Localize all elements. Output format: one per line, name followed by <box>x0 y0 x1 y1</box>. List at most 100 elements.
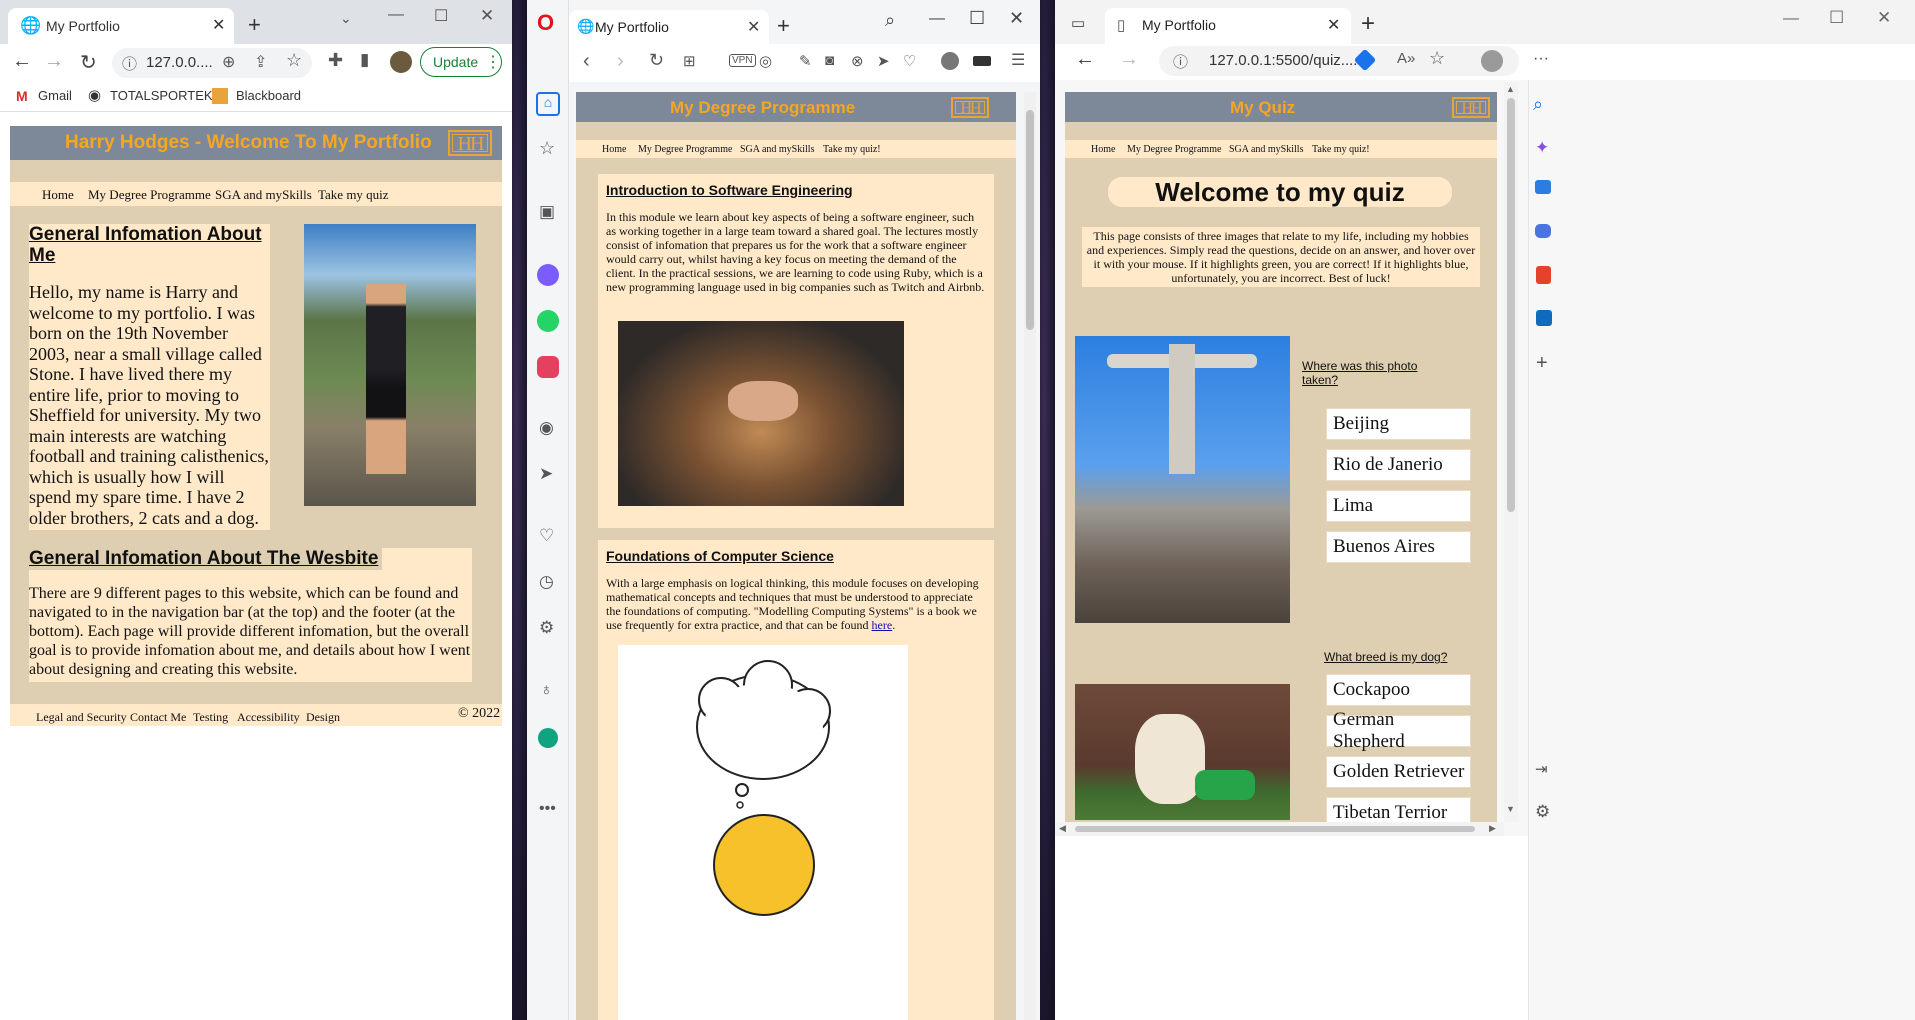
bookmark-blackboard[interactable]: Blackboard <box>236 88 301 103</box>
chrome-address-bar[interactable]: ⓘ 127.0.0.... <box>112 48 312 78</box>
opera-logo-icon[interactable]: O <box>537 10 554 36</box>
window-close-icon[interactable]: ✕ <box>1009 8 1024 29</box>
q2-option-3[interactable]: Golden Retriever <box>1326 756 1471 788</box>
share-icon[interactable]: ⇪ <box>254 52 267 72</box>
copilot-icon[interactable]: ✦ <box>1535 138 1549 158</box>
back-icon[interactable]: ← <box>12 50 32 73</box>
settings-icon[interactable]: ⚙ <box>1535 802 1550 822</box>
more-icon[interactable]: ··· <box>1533 50 1549 68</box>
window-close-icon[interactable]: ✕ <box>480 6 494 26</box>
avatar[interactable] <box>390 51 412 73</box>
send-icon[interactable]: ➤ <box>877 52 890 70</box>
star-icon[interactable]: ☆ <box>286 50 302 71</box>
new-tab-icon[interactable]: + <box>1361 10 1375 38</box>
tools-icon[interactable] <box>1535 180 1551 194</box>
heart-icon[interactable]: ♡ <box>903 52 916 70</box>
minimize-icon[interactable]: — <box>388 6 404 24</box>
q1-option-4[interactable]: Buenos Aires <box>1326 531 1471 563</box>
footer-testing[interactable]: Testing <box>193 710 228 725</box>
more-icon[interactable]: ••• <box>539 800 556 818</box>
favorites-add-icon[interactable]: ☆ <box>1429 48 1445 69</box>
scrollbar-thumb[interactable] <box>1507 98 1515 512</box>
edge-tab[interactable]: ▯ My Portfolio ✕ <box>1105 8 1351 44</box>
opera-tab[interactable]: 🌐 My Portfolio ✕ <box>569 10 769 44</box>
edge-vscrollbar[interactable]: ▲ ▼ <box>1504 82 1518 822</box>
wallet-icon[interactable]: ▣ <box>539 202 555 222</box>
block-icon[interactable]: ⊗ <box>851 52 864 70</box>
minimize-icon[interactable]: — <box>929 10 945 28</box>
q1-option-1[interactable]: Beijing <box>1326 408 1471 440</box>
back-icon[interactable]: ‹ <box>583 50 590 73</box>
tabs-grid-icon[interactable]: ⊞ <box>683 52 696 70</box>
history-icon[interactable]: ◷ <box>539 572 554 592</box>
battery-icon[interactable] <box>973 56 991 66</box>
question-1[interactable]: Where was this photo taken? <box>1302 359 1432 387</box>
footer-accessibility[interactable]: Accessibility <box>237 710 300 725</box>
nav-home[interactable]: Home <box>602 144 626 155</box>
nav-degree[interactable]: My Degree Programme <box>1127 144 1221 155</box>
nav-home[interactable]: Home <box>42 187 74 203</box>
scroll-left-icon[interactable]: ◀ <box>1059 823 1066 834</box>
scroll-right-icon[interactable]: ▶ <box>1489 823 1496 834</box>
player-icon[interactable]: ◉ <box>539 418 554 438</box>
heart-icon[interactable]: ♡ <box>539 526 554 546</box>
scroll-up-icon[interactable]: ▲ <box>1506 84 1515 94</box>
settings-icon[interactable]: ⚙ <box>539 618 554 638</box>
nav-degree[interactable]: My Degree Programme <box>638 144 732 155</box>
footer-design[interactable]: Design <box>306 710 340 725</box>
reload-icon[interactable]: ↻ <box>80 50 97 75</box>
nav-home[interactable]: Home <box>1091 144 1115 155</box>
window-close-icon[interactable]: ✕ <box>1877 8 1891 28</box>
nav-sga[interactable]: SGA and mySkills <box>1229 144 1303 155</box>
close-tab-icon[interactable]: ✕ <box>1327 15 1340 35</box>
outlook-icon[interactable] <box>1536 310 1552 326</box>
bookmark-totalsportek[interactable]: TOTALSPORTEK <box>110 88 213 103</box>
forward-icon[interactable]: → <box>1119 48 1139 71</box>
scrollbar-thumb[interactable] <box>1026 110 1034 330</box>
maximize-icon[interactable]: ☐ <box>434 6 448 26</box>
bookmarks-icon[interactable]: ☆ <box>539 138 555 159</box>
aria-icon[interactable] <box>538 728 558 748</box>
nav-quiz[interactable]: Take my quiz! <box>1312 144 1370 155</box>
new-tab-icon[interactable]: + <box>248 12 261 38</box>
search-icon[interactable]: ⌕ <box>885 10 895 31</box>
chrome-tab[interactable]: 🌐 My Portfolio ✕ <box>8 8 234 44</box>
q2-option-1[interactable]: Cockapoo <box>1326 674 1471 706</box>
back-icon[interactable]: ← <box>1075 48 1095 71</box>
hscrollbar-thumb[interactable] <box>1075 826 1475 832</box>
send-icon[interactable]: ➤ <box>539 464 553 484</box>
new-tab-icon[interactable]: + <box>777 13 790 39</box>
bookmark-gmail[interactable]: Gmail <box>38 88 72 103</box>
minimize-icon[interactable]: — <box>1783 10 1799 28</box>
edit-icon[interactable]: ✎ <box>799 52 812 70</box>
info-icon[interactable]: ⓘ <box>1173 51 1188 72</box>
edge-address-bar[interactable]: ⓘ 127.0.0.1:5500/quiz.... <box>1159 46 1519 76</box>
maximize-icon[interactable]: ☐ <box>1829 8 1844 28</box>
reload-icon[interactable]: ↻ <box>649 50 664 71</box>
messenger-icon[interactable] <box>537 264 559 286</box>
menu-icon[interactable]: ☰ <box>1011 50 1025 70</box>
instagram-icon[interactable] <box>537 356 559 378</box>
scroll-down-icon[interactable]: ▼ <box>1506 804 1515 814</box>
footer-contact[interactable]: Contact Me <box>130 710 186 725</box>
update-button[interactable]: Update ⋮ <box>420 47 502 77</box>
opera-scrollbar[interactable] <box>1024 92 1036 1020</box>
question-2[interactable]: What breed is my dog? <box>1324 650 1447 664</box>
close-tab-icon[interactable]: ✕ <box>212 15 225 35</box>
nav-quiz[interactable]: Take my quiz <box>318 187 389 203</box>
nav-sga[interactable]: SGA and mySkills <box>740 144 814 155</box>
edge-hscrollbar[interactable]: ◀ ▶ <box>1055 822 1504 836</box>
games-icon[interactable] <box>1535 224 1551 238</box>
camera-icon[interactable]: ◙ <box>825 52 834 69</box>
nav-quiz[interactable]: Take my quiz! <box>823 144 881 155</box>
search-icon[interactable]: ⌕ <box>1533 94 1543 115</box>
close-tab-icon[interactable]: ✕ <box>747 17 760 37</box>
nav-degree[interactable]: My Degree Programme <box>88 187 211 203</box>
extensions-icon[interactable]: ✚ <box>328 50 343 71</box>
profile-icon[interactable] <box>1481 50 1503 72</box>
profile-icon[interactable] <box>941 52 959 70</box>
forward-icon[interactable]: → <box>44 50 64 73</box>
home-icon[interactable]: ⌂ <box>536 92 560 116</box>
add-icon[interactable]: + <box>1536 352 1548 375</box>
chevron-down-icon[interactable]: ⌄ <box>340 10 352 27</box>
